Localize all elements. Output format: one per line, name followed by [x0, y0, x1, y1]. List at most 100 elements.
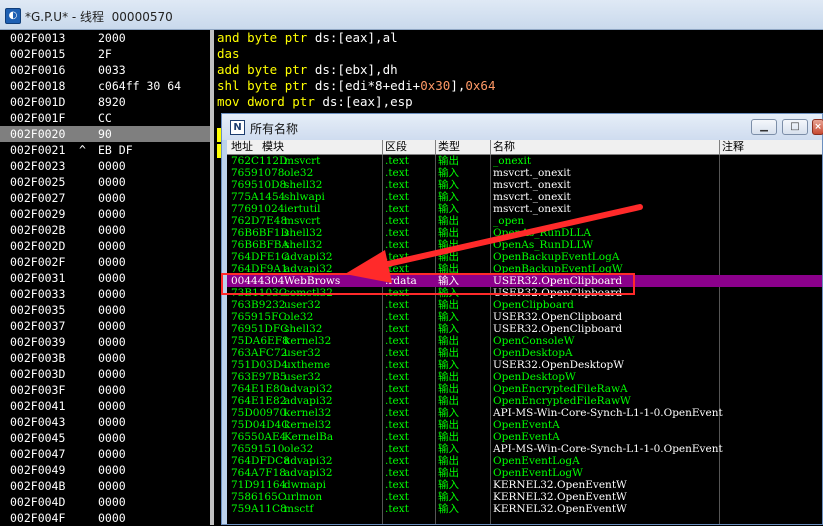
column-separator[interactable]	[435, 140, 436, 154]
dump-row[interactable]: 002F0035 0000	[0, 302, 210, 318]
minimize-button[interactable]: ▁	[751, 119, 777, 135]
instruction-row[interactable]: das	[214, 46, 823, 62]
dump-row[interactable]: 002F004F 0000	[0, 510, 210, 526]
row-address: 762C112D	[231, 155, 288, 167]
dump-row[interactable]: 002F003D 0000	[0, 366, 210, 382]
name-row[interactable]: 71D91164 dwmapi .text 输入 KERNEL32.OpenEventW	[227, 479, 822, 491]
dump-row[interactable]: 002F004B 0000	[0, 478, 210, 494]
dump-row[interactable]: 002F0045 0000	[0, 430, 210, 446]
name-row[interactable]: 775A1454 shlwapi .text 输入 msvcrt._onexit	[227, 191, 822, 203]
name-row[interactable]: 76591510 ole32 .text 输入 API-MS-Win-Core-Sync…	[227, 443, 822, 455]
name-row[interactable]: 764DFDC8 advapi32 .text 输出 OpenEventLogA	[227, 455, 822, 467]
name-row[interactable]: 762C112D msvcrt .text 输出 _onexit	[227, 155, 822, 167]
dump-row[interactable]: 002F0047 0000	[0, 446, 210, 462]
dump-row[interactable]: 002F0029 0000	[0, 206, 210, 222]
name-row[interactable]: 75DA6EF8 kernel32 .text 输出 OpenConsoleW	[227, 335, 822, 347]
column-header-cell[interactable]: 地址	[231, 140, 253, 154]
row-address: 76B6BF1D	[231, 227, 289, 239]
name-row[interactable]: 75D04D4C kernel32 .text 输出 OpenEventA	[227, 419, 822, 431]
dump-row[interactable]: 002F0021 ^ EB DF	[0, 142, 210, 158]
name-row[interactable]: 76B6BFBA shell32 .text 输出 OpenAs_RunDLLW	[227, 239, 822, 251]
name-row[interactable]: 764E1E82 advapi32 .text 输出 OpenEncryptedFile…	[227, 395, 822, 407]
name-row[interactable]: 769510D8 shell32 .text 输入 msvcrt._onexit	[227, 179, 822, 191]
name-row[interactable]: 76591078 ole32 .text 输入 msvcrt._onexit	[227, 167, 822, 179]
name-row[interactable]: 764DFE1C advapi32 .text 输出 OpenBackupEventLo…	[227, 251, 822, 263]
name-row[interactable]: 76951DFC shell32 .text 输入 USER32.OpenClipboa…	[227, 323, 822, 335]
dump-row[interactable]: 002F0016 0033	[0, 62, 210, 78]
instruction-row[interactable]: shl byte ptr ds:[edi*8+edi+0x30],0x64	[214, 78, 823, 94]
row-section: .text	[385, 467, 409, 479]
column-header-cell[interactable]: 名称	[493, 140, 515, 154]
dump-row[interactable]: 002F0049 0000	[0, 462, 210, 478]
row-address: 763B9232	[231, 299, 286, 311]
dump-row[interactable]: 002F0037 0000	[0, 318, 210, 334]
row-module: user32	[284, 347, 321, 359]
dump-row[interactable]: 002F0033 0000	[0, 286, 210, 302]
row-name: OpenBackupEventLogW	[493, 263, 623, 275]
name-row[interactable]: 764DF9A1 advapi32 .text 输出 OpenBackupEventLo…	[227, 263, 822, 275]
name-row[interactable]: 76550AE4 KernelBa .text 输出 OpenEventA	[227, 431, 822, 443]
instruction-row[interactable]: and byte ptr ds:[eax],al	[214, 30, 823, 46]
mnemonic: and	[217, 30, 240, 45]
column-separator[interactable]	[719, 140, 720, 154]
dump-bytes: 0000	[98, 191, 126, 205]
name-row[interactable]: 763E97B5 user32 .text 输出 OpenDesktopW	[227, 371, 822, 383]
dump-row[interactable]: 002F004D 0000	[0, 494, 210, 510]
dump-address: 002F0033	[10, 287, 66, 301]
row-type: 输出	[438, 371, 459, 383]
hex-dump-pane[interactable]: 002F0013 2000 002F0015 2F 002F0016 0033 002F00…	[0, 30, 210, 525]
dump-row[interactable]: 002F0039 0000	[0, 334, 210, 350]
dump-address: 002F0027	[10, 191, 66, 205]
instruction-row[interactable]: mov dword ptr ds:[eax],esp	[214, 94, 823, 110]
name-row[interactable]: 764E1E80 advapi32 .text 输出 OpenEncryptedFile…	[227, 383, 822, 395]
dump-row[interactable]: 002F002B 0000	[0, 222, 210, 238]
dump-row[interactable]: 002F003B 0000	[0, 350, 210, 366]
instruction-row[interactable]: add byte ptr ds:[ebx],dh	[214, 62, 823, 78]
names-list[interactable]: 762C112D msvcrt .text 输出 _onexit 76591078 ole3…	[227, 155, 822, 524]
name-row[interactable]: 763AFC72 user32 .text 输出 OpenDesktopA	[227, 347, 822, 359]
dump-row[interactable]: 002F002D 0000	[0, 238, 210, 254]
dump-row[interactable]: 002F0027 0000	[0, 190, 210, 206]
dump-row[interactable]: 002F003F 0000	[0, 382, 210, 398]
name-row[interactable]: 762D7E48 msvcrt .text 输出 _open	[227, 215, 822, 227]
column-header-cell[interactable]: 类型	[438, 140, 460, 154]
dialog-title-bar[interactable]: N 所有名称 ▁ □ ×	[222, 114, 823, 140]
name-row[interactable]: 76B6BF1D shell32 .text 输出 OpenAs_RunDLLA	[227, 227, 822, 239]
column-header-cell[interactable]: 注释	[722, 140, 744, 154]
dump-row[interactable]: 002F001D 8920	[0, 94, 210, 110]
dump-bytes: 0000	[98, 431, 126, 445]
row-name: OpenEventLogA	[493, 455, 580, 467]
dump-row[interactable]: 002F0018 c064ff 30 64	[0, 78, 210, 94]
column-separator[interactable]	[490, 140, 491, 154]
close-button[interactable]: ×	[812, 119, 823, 135]
column-header-cell[interactable]: 区段	[385, 140, 407, 154]
name-row[interactable]: 75D00970 kernel32 .text 输入 API-MS-Win-Core-S…	[227, 407, 822, 419]
dump-address: 002F0047	[10, 447, 66, 461]
dump-row[interactable]: 002F0031 0000	[0, 270, 210, 286]
row-module: advapi32	[284, 467, 333, 479]
name-row[interactable]: 759A11C8 msctf .text 输入 KERNEL32.OpenEventW	[227, 503, 822, 515]
dump-row[interactable]: 002F0043 0000	[0, 414, 210, 430]
name-row[interactable]: 764A7F18 advapi32 .text 输出 OpenEventLogW	[227, 467, 822, 479]
dump-row[interactable]: 002F002F 0000	[0, 254, 210, 270]
dump-row[interactable]: 002F0041 0000	[0, 398, 210, 414]
mnemonic: mov	[217, 94, 240, 109]
dump-row[interactable]: 002F0013 2000	[0, 30, 210, 46]
dump-row[interactable]: 002F0015 2F	[0, 46, 210, 62]
name-row[interactable]: 751D03D4 uxtheme .text 输入 USER32.OpenDesktop…	[227, 359, 822, 371]
name-row[interactable]: 7586165C urlmon .text 输入 KERNEL32.OpenEventW	[227, 491, 822, 503]
column-separator[interactable]	[382, 140, 383, 154]
dump-row[interactable]: 002F0025 0000	[0, 174, 210, 190]
name-row[interactable]: 77691024 iertutil .text 输入 msvcrt._onexit	[227, 203, 822, 215]
row-name: _open	[493, 215, 525, 227]
name-row[interactable]: 73B1103C comctl32 .text 输入 USER32.OpenClipbo…	[227, 287, 822, 299]
name-row[interactable]: 00444304 WebBrows .rdata 输入 USER32.OpenClipb…	[227, 275, 822, 287]
dump-row[interactable]: 002F001F CC	[0, 110, 210, 126]
dump-row[interactable]: 002F0023 0000	[0, 158, 210, 174]
maximize-button[interactable]: □	[782, 119, 808, 135]
dump-row[interactable]: 002F0020 90	[0, 126, 210, 142]
name-row[interactable]: 765915FC ole32 .text 输入 USER32.OpenClipboard	[227, 311, 822, 323]
name-row[interactable]: 763B9232 user32 .text 输出 OpenClipboard	[227, 299, 822, 311]
column-header-cell[interactable]: 模块	[262, 140, 284, 154]
row-module: msctf	[284, 503, 314, 515]
